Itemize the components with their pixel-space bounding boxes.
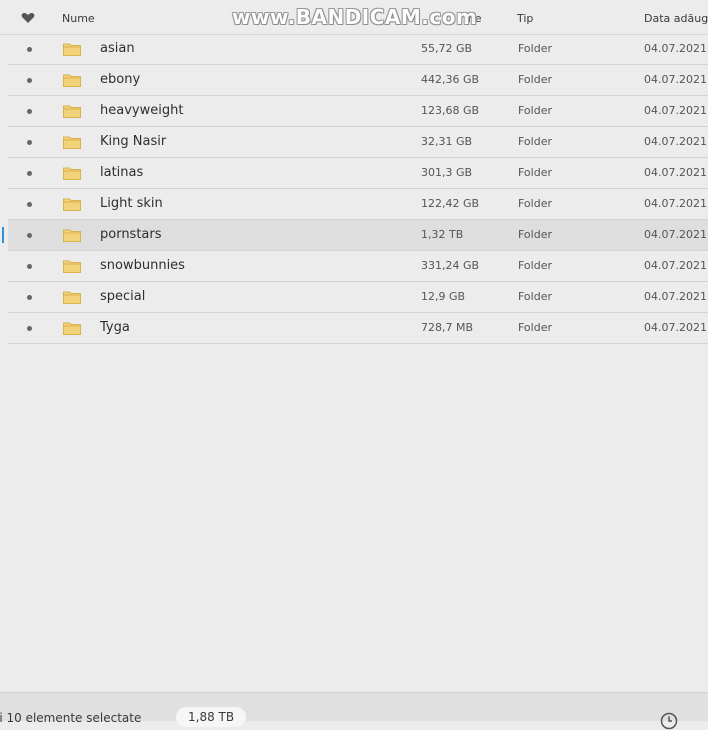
bandicam-watermark: www.BANDICAM.com — [232, 5, 478, 29]
file-name: heavyweight — [100, 103, 184, 118]
file-date: 04.07.2021, — [644, 259, 708, 272]
folder-icon — [63, 229, 81, 242]
favorite-dot-icon[interactable] — [27, 202, 32, 207]
file-type: Folder — [518, 42, 552, 55]
file-date: 04.07.2021, — [644, 166, 708, 179]
file-size: 301,3 GB — [421, 166, 473, 179]
folder-icon — [63, 43, 81, 56]
file-size: 331,24 GB — [421, 259, 480, 272]
file-type: Folder — [518, 321, 552, 334]
file-name: latinas — [100, 165, 144, 180]
file-row[interactable]: King Nasir 32,31 GB Folder 04.07.2021, — [8, 127, 708, 158]
folder-icon — [63, 322, 81, 335]
selection-summary: ii 10 elemente selectate — [0, 711, 142, 725]
folder-icon — [63, 167, 81, 180]
favorite-dot-icon[interactable] — [27, 295, 32, 300]
file-name: snowbunnies — [100, 258, 185, 273]
folder-icon — [63, 105, 81, 118]
file-row[interactable]: pornstars 1,32 TB Folder 04.07.2021, — [2, 220, 708, 251]
file-name: King Nasir — [100, 134, 167, 149]
favorite-dot-icon[interactable] — [27, 233, 32, 238]
file-type: Folder — [518, 135, 552, 148]
file-type: Folder — [518, 259, 552, 272]
favorite-dot-icon[interactable] — [27, 78, 32, 83]
favorite-dot-icon[interactable] — [27, 171, 32, 176]
file-row[interactable]: Tyga 728,7 MB Folder 04.07.2021, — [8, 313, 708, 344]
file-date: 04.07.2021, — [644, 197, 708, 210]
folder-icon — [63, 198, 81, 211]
column-type-header[interactable]: Tip — [517, 12, 533, 25]
file-row[interactable]: ebony 442,36 GB Folder 04.07.2021, — [8, 65, 708, 96]
file-name: special — [100, 289, 146, 304]
folder-icon — [63, 291, 81, 304]
file-type: Folder — [518, 73, 552, 86]
file-type: Folder — [518, 104, 552, 117]
file-date: 04.07.2021, — [644, 321, 708, 334]
file-row[interactable]: heavyweight 123,68 GB Folder 04.07.2021, — [8, 96, 708, 127]
status-bar: ii 10 elemente selectate 1,88 TB — [0, 692, 708, 730]
file-row[interactable]: snowbunnies 331,24 GB Folder 04.07.2021, — [8, 251, 708, 282]
file-size: 55,72 GB — [421, 42, 473, 55]
file-date: 04.07.2021, — [644, 228, 708, 241]
file-size: 1,32 TB — [421, 228, 464, 241]
file-type: Folder — [518, 197, 552, 210]
folder-icon — [63, 74, 81, 87]
file-name: Light skin — [100, 196, 163, 211]
file-type: Folder — [518, 166, 552, 179]
file-name: asian — [100, 41, 135, 56]
clock-icon[interactable] — [660, 712, 678, 730]
file-type: Folder — [518, 290, 552, 303]
favorite-dot-icon[interactable] — [27, 109, 32, 114]
favorite-dot-icon[interactable] — [27, 264, 32, 269]
selection-indicator — [2, 227, 4, 243]
file-name: pornstars — [100, 227, 162, 242]
file-name: ebony — [100, 72, 141, 87]
file-type: Folder — [518, 228, 552, 241]
file-row[interactable]: asian 55,72 GB Folder 04.07.2021, — [8, 34, 708, 65]
file-size: 32,31 GB — [421, 135, 473, 148]
file-size: 123,68 GB — [421, 104, 480, 117]
file-date: 04.07.2021, — [644, 42, 708, 55]
file-date: 04.07.2021, — [644, 73, 708, 86]
file-row[interactable]: latinas 301,3 GB Folder 04.07.2021, — [8, 158, 708, 189]
file-size: 442,36 GB — [421, 73, 480, 86]
column-date-header[interactable]: Data adăugă — [644, 12, 708, 25]
heart-icon[interactable] — [21, 12, 35, 24]
favorite-dot-icon[interactable] — [27, 47, 32, 52]
folder-icon — [63, 260, 81, 273]
file-date: 04.07.2021, — [644, 104, 708, 117]
file-name: Tyga — [100, 320, 130, 335]
folder-icon — [63, 136, 81, 149]
file-date: 04.07.2021, — [644, 290, 708, 303]
file-date: 04.07.2021, — [644, 135, 708, 148]
file-size: 12,9 GB — [421, 290, 466, 303]
favorite-dot-icon[interactable] — [27, 326, 32, 331]
file-size: 122,42 GB — [421, 197, 480, 210]
favorite-dot-icon[interactable] — [27, 140, 32, 145]
total-size-badge: 1,88 TB — [176, 707, 247, 727]
file-row[interactable]: Light skin 122,42 GB Folder 04.07.2021, — [8, 189, 708, 220]
file-size: 728,7 MB — [421, 321, 474, 334]
column-name-header[interactable]: Nume — [62, 12, 95, 25]
file-row[interactable]: special 12,9 GB Folder 04.07.2021, — [8, 282, 708, 313]
